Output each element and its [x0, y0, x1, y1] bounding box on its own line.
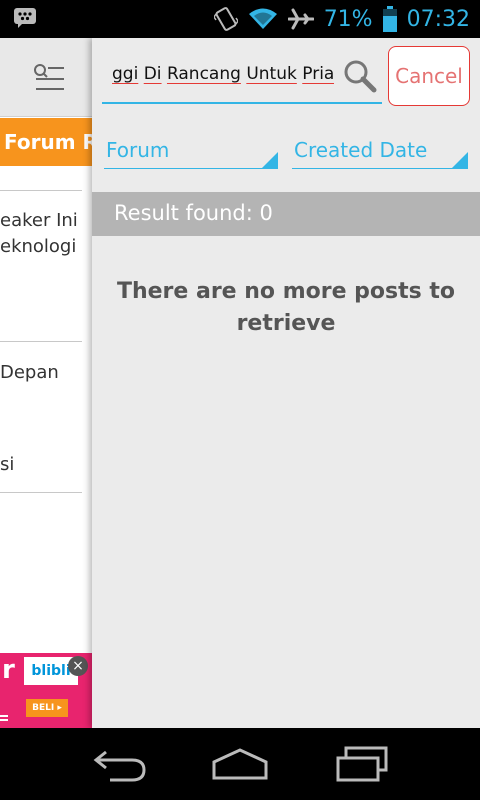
battery-percent: 71%: [323, 6, 373, 32]
query-word: Di: [143, 64, 162, 84]
background-app: Forum R eaker Ini eknologi Depan si r bl…: [0, 38, 92, 728]
recent-apps-icon[interactable]: [334, 744, 390, 788]
created-date-dropdown-label: Created Date: [294, 138, 428, 162]
ad-lines-icon: [0, 707, 8, 721]
divider: [0, 190, 82, 191]
tab-forum[interactable]: Forum R: [0, 118, 92, 166]
list-item-line[interactable]: si: [0, 452, 14, 478]
search-menu-icon[interactable]: [32, 62, 66, 96]
search-panel: ggi Di Rancang Untuk Pria? Cancel Forum …: [92, 38, 480, 728]
bbm-icon: [14, 8, 36, 28]
wifi-icon: [248, 7, 278, 31]
list-item-line[interactable]: eknologi: [0, 234, 76, 260]
ad-buy-button[interactable]: BELI ▸: [26, 699, 68, 717]
battery-icon: [382, 6, 397, 32]
dropdown-arrow-icon: [262, 152, 278, 168]
query-word: ggi: [112, 64, 139, 84]
ad-letter: r: [2, 655, 15, 685]
query-word: Untuk: [246, 64, 297, 84]
back-icon[interactable]: [92, 744, 148, 788]
query-word: Rancang: [166, 64, 241, 84]
divider: [0, 492, 82, 493]
ad-close-icon[interactable]: ×: [68, 656, 88, 676]
forum-dropdown[interactable]: Forum: [104, 134, 278, 169]
forum-dropdown-label: Forum: [106, 138, 170, 162]
home-icon[interactable]: [210, 744, 270, 788]
navigation-bar: [0, 728, 480, 800]
dropdown-arrow-icon: [452, 152, 468, 168]
vibrate-icon: [213, 6, 238, 32]
created-date-dropdown[interactable]: Created Date: [292, 134, 468, 169]
result-count: Result found: 0: [114, 201, 273, 225]
cancel-button[interactable]: Cancel: [388, 46, 470, 106]
status-bar: 71% 07:32: [0, 0, 480, 38]
search-input[interactable]: ggi Di Rancang Untuk Pria?: [102, 52, 382, 104]
search-query[interactable]: ggi Di Rancang Untuk Pria?: [112, 64, 334, 84]
background-toolbar: [0, 38, 92, 117]
divider: [0, 341, 82, 342]
list-item-line[interactable]: Depan: [0, 360, 59, 386]
search-icon[interactable]: [342, 58, 378, 98]
clock: 07:32: [406, 6, 470, 32]
list-item-line[interactable]: eaker Ini: [0, 208, 78, 234]
empty-state-message: There are no more posts to retrieve: [116, 279, 456, 336]
airplane-icon: [287, 7, 314, 31]
query-word: Pria?: [302, 64, 334, 84]
result-count-bar: Result found: 0: [92, 192, 480, 236]
